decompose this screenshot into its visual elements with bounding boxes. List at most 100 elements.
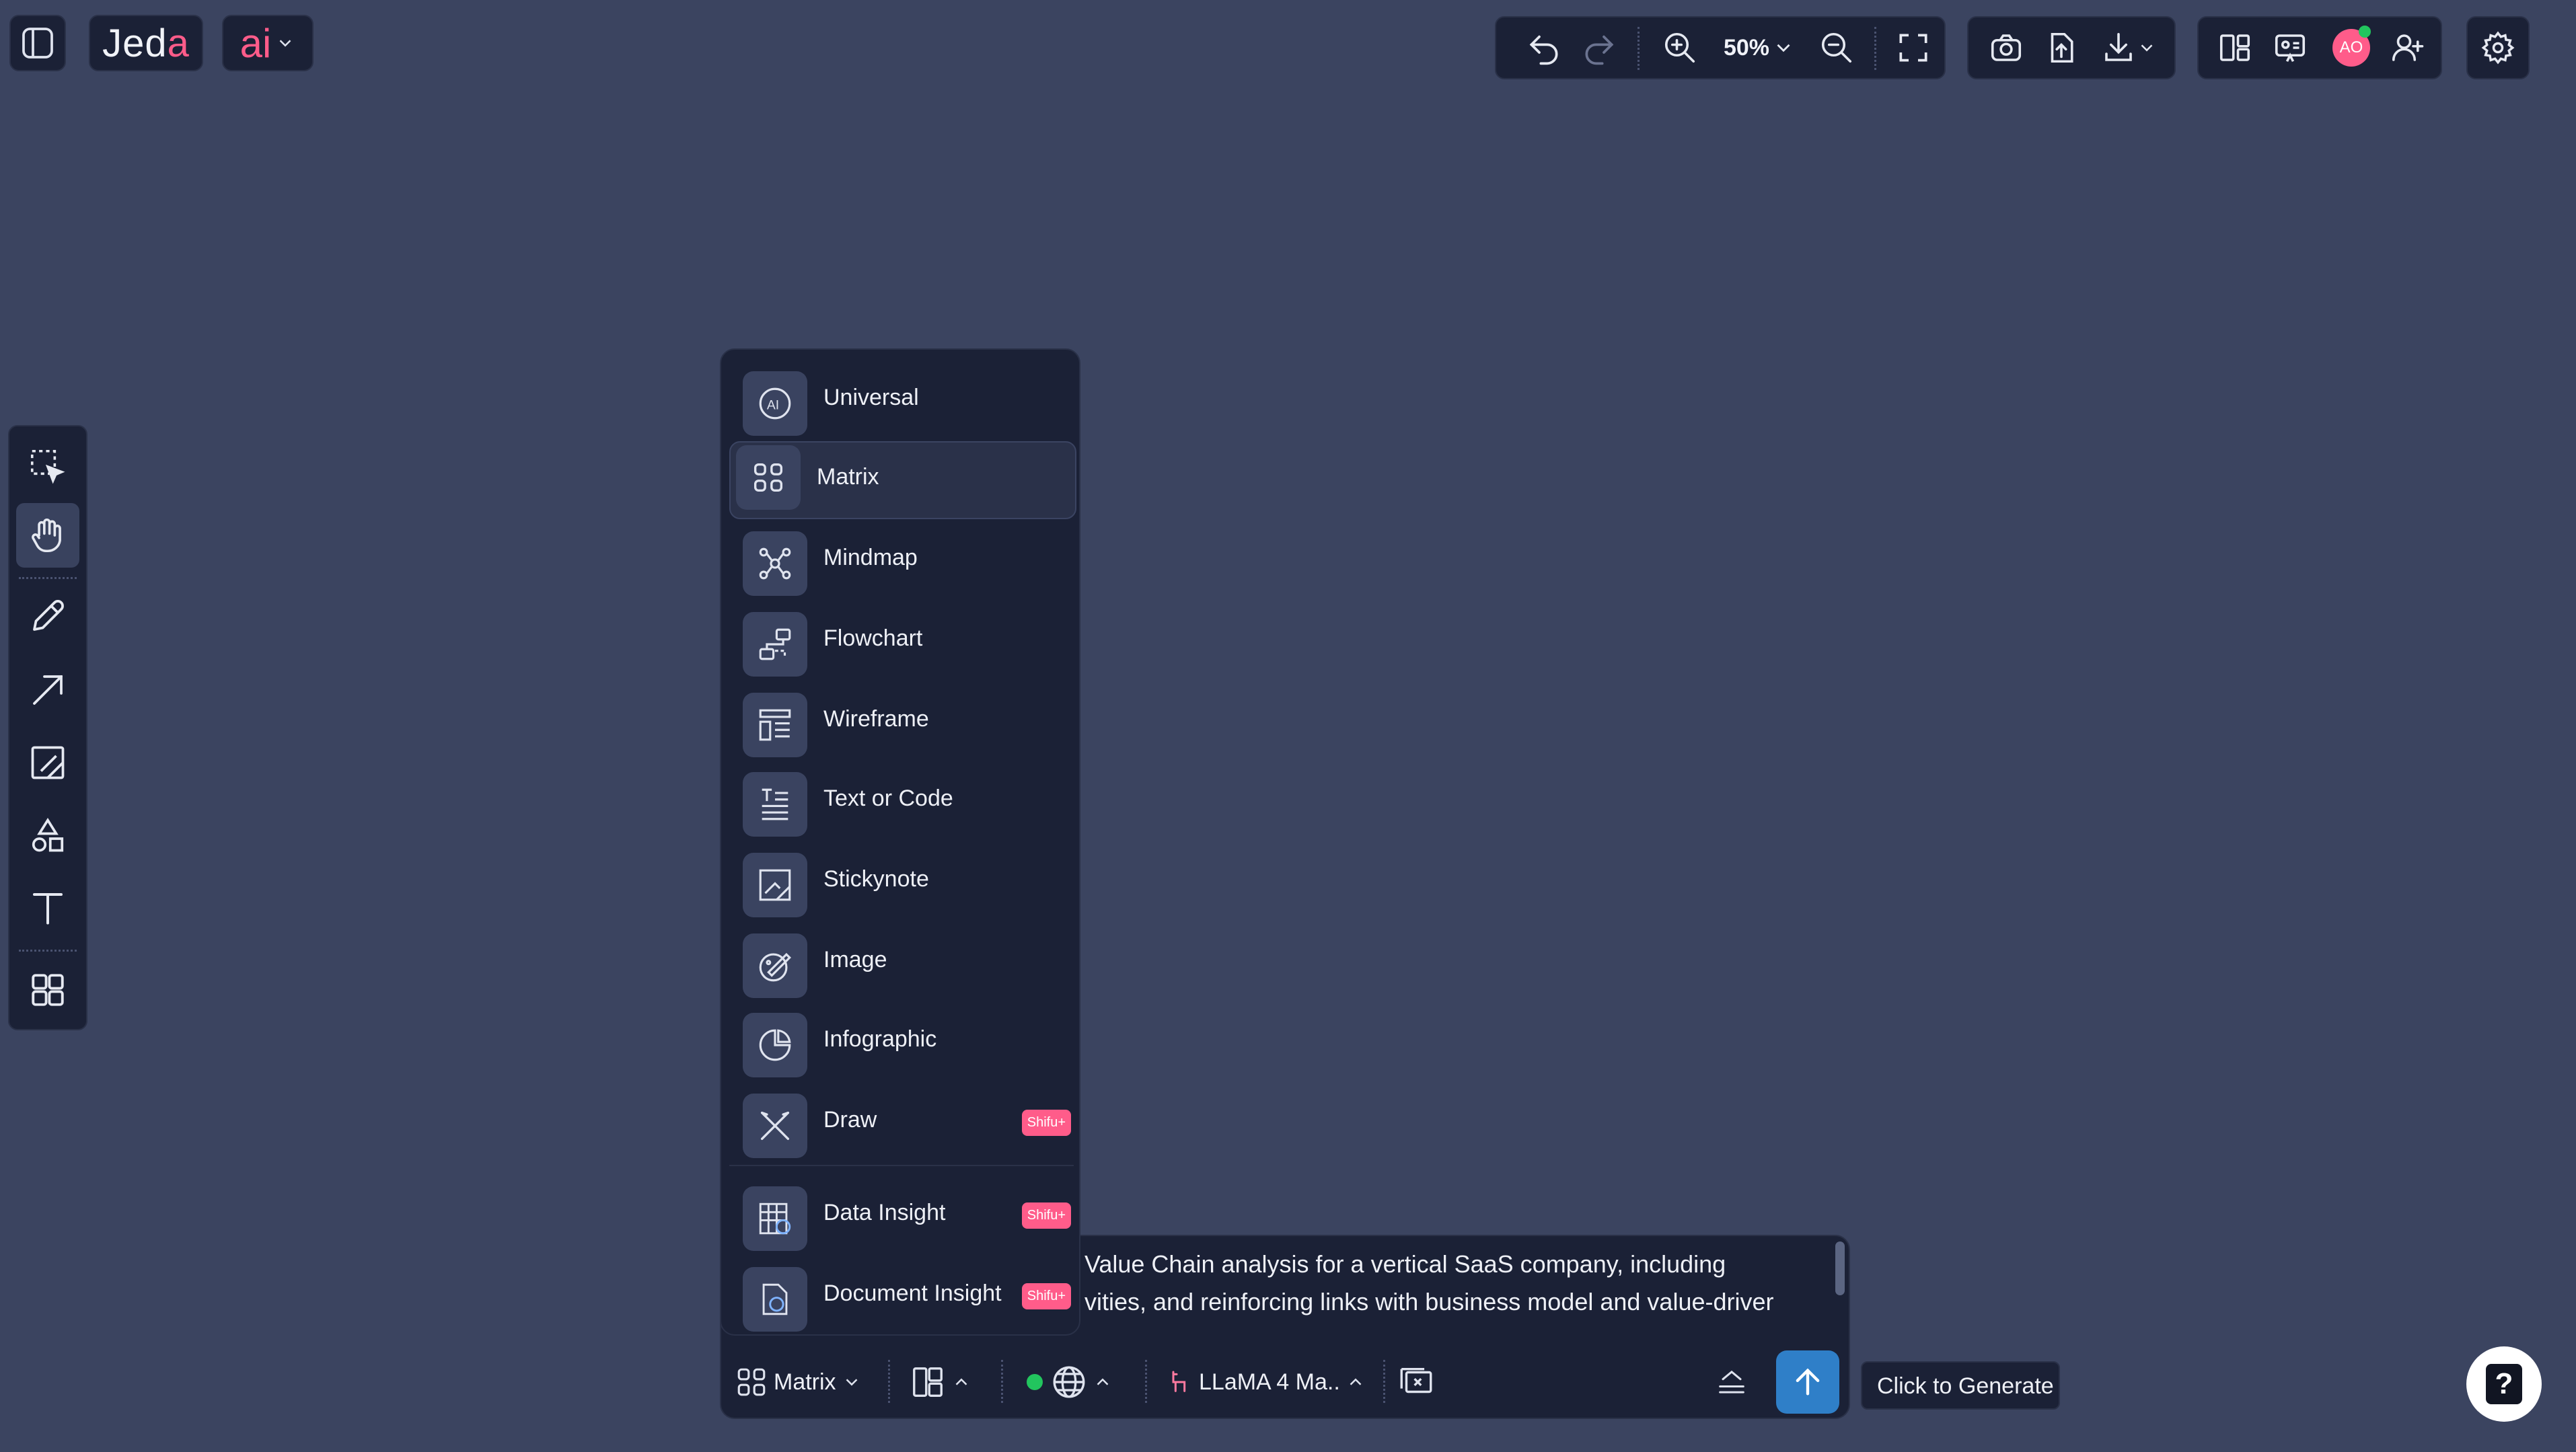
shifu-plus-badge: Shifu+ (1021, 1110, 1071, 1136)
web-search-toggle[interactable] (1027, 1345, 1113, 1419)
menu-item-document-insight[interactable]: Document Insight Shifu+ (729, 1258, 1074, 1333)
undo-button[interactable] (1515, 17, 1573, 78)
hand-icon (27, 514, 69, 556)
menu-item-stickynote[interactable]: Stickynote (729, 843, 1074, 919)
redo-button[interactable] (1570, 17, 1628, 78)
matrix-icon (736, 445, 801, 510)
help-button[interactable]: ? (2466, 1346, 2542, 1422)
menu-item-wireframe[interactable]: Wireframe (729, 683, 1074, 759)
layout-button[interactable] (2208, 17, 2262, 78)
image-icon (743, 933, 807, 998)
fit-screen-button[interactable] (1886, 17, 1940, 78)
present-icon (2272, 30, 2308, 66)
menu-item-label: Draw (823, 1107, 877, 1133)
matrix-icon (735, 1365, 768, 1399)
avatar[interactable]: AO (2320, 17, 2383, 78)
select-tool[interactable] (16, 434, 79, 499)
stickynote-icon (28, 742, 68, 783)
collaboration-toolbar: AO (2197, 16, 2442, 79)
gear-icon (2480, 30, 2515, 65)
ai-menu-button[interactable]: ai (222, 15, 314, 71)
menu-item-image[interactable]: Image (729, 924, 1074, 999)
menu-item-label: Stickynote (823, 866, 929, 892)
wireframe-icon (743, 693, 807, 757)
text-icon (28, 888, 68, 928)
menu-item-draw[interactable]: Draw Shifu+ (729, 1084, 1074, 1159)
settings-button[interactable] (2466, 16, 2530, 79)
menu-item-infographic[interactable]: Infographic (729, 1003, 1074, 1079)
model-select[interactable]: LLaMA 4 Ma.. (1167, 1345, 1366, 1419)
prompt-scrollbar[interactable] (1835, 1241, 1845, 1295)
type-select[interactable]: Matrix (735, 1345, 862, 1419)
online-status-dot (2359, 26, 2371, 38)
components-tool[interactable] (16, 958, 79, 1022)
globe-icon (1050, 1363, 1089, 1402)
ai-menu-label: ai (240, 20, 272, 66)
menu-item-mindmap[interactable]: Mindmap (729, 522, 1074, 597)
generate-button[interactable] (1776, 1350, 1839, 1414)
download-icon (2100, 30, 2137, 66)
data-insight-icon (743, 1186, 807, 1251)
document-insight-icon (743, 1267, 807, 1332)
add-user-icon (2389, 30, 2425, 66)
menu-item-label: Document Insight (823, 1281, 1002, 1306)
pencil-tool[interactable] (16, 584, 79, 648)
menu-item-data-insight[interactable]: Data Insight Shifu+ (729, 1177, 1074, 1252)
invite-button[interactable] (2380, 17, 2434, 78)
svg-text:AI: AI (767, 398, 779, 412)
layout-icon (910, 1364, 946, 1400)
menu-item-text-or-code[interactable]: Text or Code (729, 763, 1074, 838)
menu-item-label: Flowchart (823, 625, 923, 651)
zoom-out-icon (1818, 30, 1855, 66)
context-button[interactable] (1397, 1345, 1436, 1419)
tool-rail (8, 425, 87, 1030)
chevron-up-icon (1346, 1372, 1366, 1392)
zoom-in-icon (1662, 30, 1698, 66)
chevron-down-icon (2137, 38, 2157, 58)
chevron-down-icon (842, 1372, 862, 1392)
text-tool[interactable] (16, 876, 79, 940)
chevron-down-icon (275, 33, 295, 53)
stickynote-tool[interactable] (16, 730, 79, 795)
menu-item-flowchart[interactable]: Flowchart (729, 603, 1074, 678)
prompt-line-2: vities, and reinforcing links with busin… (1084, 1288, 1774, 1315)
undo-icon (1525, 29, 1563, 67)
download-button[interactable] (2090, 17, 2168, 78)
sidebar-toggle-button[interactable] (9, 15, 66, 71)
zoom-in-button[interactable] (1652, 17, 1707, 78)
present-button[interactable] (2263, 17, 2317, 78)
generate-tooltip: Click to Generate (1861, 1361, 2060, 1410)
arrow-icon (28, 670, 68, 710)
chevron-up-icon (951, 1372, 971, 1392)
menu-item-universal[interactable]: AI Universal (729, 362, 1074, 437)
screenshot-button[interactable] (1979, 17, 2033, 78)
menu-item-label: Universal (823, 385, 919, 410)
grid-icon (28, 970, 67, 1009)
shapes-icon (28, 815, 68, 855)
shifu-plus-badge: Shifu+ (1021, 1202, 1071, 1229)
menu-item-label: Infographic (823, 1026, 937, 1052)
status-dot (1027, 1374, 1043, 1390)
arrow-tool[interactable] (16, 658, 79, 722)
hand-tool[interactable] (16, 503, 79, 568)
infographic-icon (743, 1013, 807, 1077)
help-label: ? (2495, 1367, 2513, 1400)
collapse-icon (1714, 1365, 1749, 1400)
collapse-button[interactable] (1714, 1345, 1749, 1419)
generation-type-menu: AI Universal Matrix Mindmap Flowchart Wi… (720, 348, 1080, 1336)
prompt-line-1: Value Chain analysis for a vertical SaaS… (1084, 1250, 1726, 1278)
chevron-down-icon (1772, 36, 1795, 59)
shapes-tool[interactable] (16, 803, 79, 868)
layout-select[interactable] (910, 1345, 971, 1419)
menu-item-matrix[interactable]: Matrix (729, 441, 1076, 519)
arrow-up-icon (1790, 1365, 1825, 1400)
chevron-up-icon (1093, 1372, 1113, 1392)
zoom-out-button[interactable] (1808, 17, 1865, 78)
app-logo[interactable]: Jed a (89, 15, 203, 71)
ai-icon: AI (743, 371, 807, 436)
menu-item-label: Data Insight (823, 1200, 946, 1225)
upload-button[interactable] (2034, 17, 2088, 78)
zoom-level-select[interactable]: 50% (1709, 17, 1810, 78)
menu-item-label: Mindmap (823, 545, 918, 570)
prompt-input[interactable]: Value Chain analysis for a vertical SaaS… (1084, 1246, 1818, 1333)
